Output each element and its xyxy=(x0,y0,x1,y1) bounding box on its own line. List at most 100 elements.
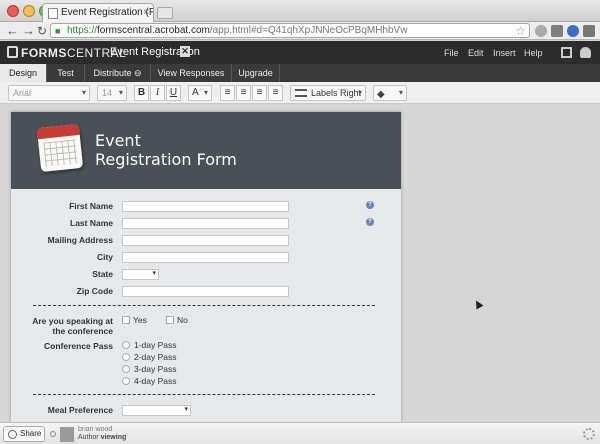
presence-indicator xyxy=(50,431,56,437)
menu-file[interactable]: File xyxy=(444,48,459,58)
address-bar[interactable]: ■ https://formscentral.acrobat.com/app.h… xyxy=(50,23,530,38)
user-name: brian wood xyxy=(78,426,113,433)
role-status: viewing xyxy=(100,434,127,441)
account-icon[interactable] xyxy=(580,47,591,58)
conference-pass-label: Conference Pass xyxy=(44,341,113,351)
font-size-select[interactable]: 14 ▾ xyxy=(97,85,127,101)
role-label: Author xyxy=(78,434,99,441)
url-path: /app.html#d=Q41qhXpJNNeOcPBqMHhbVw xyxy=(209,25,408,36)
underline-button[interactable]: U xyxy=(166,85,181,101)
label-layout-icon xyxy=(295,89,307,97)
fill-color-button[interactable]: ◆ ▾ xyxy=(373,85,407,101)
browser-tab-title: Event Registration (Form Fill xyxy=(61,7,154,18)
browser-toolbar: ← → ↻ ■ https://formscentral.acrobat.com… xyxy=(0,22,600,40)
last-name-field[interactable] xyxy=(122,218,289,229)
form-preview: Event Registration Form First Name ? Las… xyxy=(11,112,401,422)
chevron-down-icon: ▾ xyxy=(203,88,208,97)
tab-distribute[interactable]: Distribute ⊖ xyxy=(85,64,151,82)
menu-help[interactable]: Help xyxy=(524,48,543,58)
speaking-no-label: No xyxy=(177,315,188,325)
first-name-label: First Name xyxy=(69,201,113,211)
new-tab-button[interactable] xyxy=(157,7,173,19)
user-role: Author viewing xyxy=(78,434,126,441)
tab-view-responses[interactable]: View Responses xyxy=(151,64,232,82)
section-divider xyxy=(33,305,375,306)
reload-icon[interactable]: ↻ xyxy=(37,22,47,40)
lock-icon: ■ xyxy=(55,26,61,36)
text-color-icon: A xyxy=(192,87,199,98)
pass-4day-label: 4-day Pass xyxy=(134,376,177,386)
speaking-yes-label: Yes xyxy=(133,315,147,325)
window-close-button[interactable] xyxy=(7,5,19,17)
status-footer: Share brian wood Author viewing xyxy=(0,422,600,444)
zip-code-field[interactable] xyxy=(122,286,289,297)
last-name-label: Last Name xyxy=(70,218,113,228)
text-color-button[interactable]: A ▾ xyxy=(188,85,212,101)
chevron-down-icon: ▾ xyxy=(152,270,156,277)
extension-icon[interactable] xyxy=(535,25,547,37)
pass-1day-radio[interactable] xyxy=(122,341,130,349)
back-arrow-icon[interactable]: ← xyxy=(6,22,19,40)
share-button[interactable]: Share xyxy=(3,426,45,442)
calendar-header xyxy=(36,123,80,140)
help-icon[interactable]: ? xyxy=(366,218,374,226)
menu-edit[interactable]: Edit xyxy=(468,48,484,58)
speaking-label: Are you speaking at the conference xyxy=(11,316,113,336)
browser-tab[interactable]: Event Registration (Form Fill × xyxy=(42,3,154,22)
design-canvas: Event Registration Form First Name ? Las… xyxy=(0,104,600,422)
font-family-select[interactable]: Arial ▾ xyxy=(8,85,90,101)
minus-circle-icon: ⊖ xyxy=(133,68,142,78)
section-divider xyxy=(33,394,375,395)
speaking-yes-checkbox[interactable] xyxy=(122,316,130,324)
form-title-line2: Registration Form xyxy=(95,150,237,169)
calendar-icon xyxy=(36,123,84,173)
pass-2day-radio[interactable] xyxy=(122,353,130,361)
city-label: City xyxy=(96,252,113,262)
app-header: FORMSCENTRAL Event Registration ✕ File E… xyxy=(0,41,600,64)
app-grid-icon[interactable] xyxy=(561,47,572,58)
avatar xyxy=(60,427,74,442)
bookmark-star-icon[interactable]: ☆ xyxy=(515,22,526,40)
tab-test[interactable]: Test xyxy=(47,64,85,82)
menu-insert[interactable]: Insert xyxy=(493,48,516,58)
calendar-grid xyxy=(43,139,78,167)
window-minimize-button[interactable] xyxy=(23,5,35,17)
close-document-icon[interactable]: ✕ xyxy=(180,46,190,57)
share-icon xyxy=(8,430,17,439)
label-position-select[interactable]: Labels Right ▾ xyxy=(290,85,366,101)
label-position-value: Labels Right xyxy=(311,88,362,98)
meal-preference-label: Meal Preference xyxy=(47,405,113,415)
tab-close-icon[interactable]: × xyxy=(143,7,149,18)
zip-code-label: Zip Code xyxy=(76,286,113,296)
tab-upgrade[interactable]: Upgrade xyxy=(232,64,280,82)
form-header: Event Registration Form xyxy=(11,112,401,189)
help-icon[interactable]: ? xyxy=(366,201,374,209)
first-name-field[interactable] xyxy=(122,201,289,212)
speaking-no-checkbox[interactable] xyxy=(166,316,174,324)
tab-design[interactable]: Design xyxy=(0,64,47,82)
speaking-label-line2: the conference xyxy=(52,326,113,336)
mailing-address-field[interactable] xyxy=(122,235,289,246)
city-field[interactable] xyxy=(122,252,289,263)
speaking-label-line1: Are you speaking at xyxy=(32,316,113,326)
align-justify-icon[interactable]: ≡ xyxy=(268,85,283,101)
italic-button[interactable]: I xyxy=(150,85,165,101)
extension-user-icon[interactable] xyxy=(567,25,579,37)
extension-puzzle-icon[interactable] xyxy=(551,25,563,37)
chevron-down-icon: ▾ xyxy=(357,88,362,97)
align-center-icon[interactable]: ≡ xyxy=(236,85,251,101)
bold-button[interactable]: B xyxy=(134,85,149,101)
form-title[interactable]: Event Registration Form xyxy=(95,131,237,169)
align-left-icon[interactable]: ≡ xyxy=(220,85,235,101)
chevron-down-icon: ▾ xyxy=(398,88,403,97)
url-scheme: https:// xyxy=(67,25,98,36)
wrench-icon[interactable] xyxy=(583,25,595,37)
pass-3day-radio[interactable] xyxy=(122,365,130,373)
forward-arrow-icon[interactable]: → xyxy=(22,22,35,40)
pass-4day-radio[interactable] xyxy=(122,377,130,385)
paint-bucket-icon: ◆ xyxy=(377,89,385,100)
state-select[interactable]: ▾ xyxy=(122,269,159,280)
meal-preference-select[interactable]: ▾ xyxy=(122,405,191,416)
mailing-address-label: Mailing Address xyxy=(47,235,113,245)
align-right-icon[interactable]: ≡ xyxy=(252,85,267,101)
